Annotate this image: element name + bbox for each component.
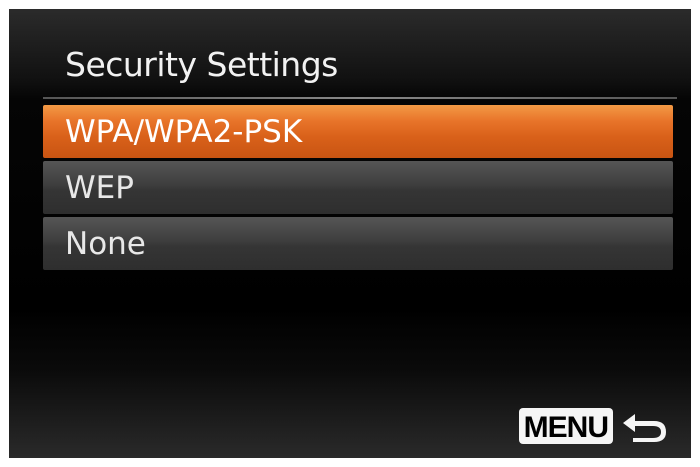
title-divider: [43, 97, 677, 99]
option-wep[interactable]: WEP: [43, 161, 673, 214]
page-title: Security Settings: [65, 45, 338, 84]
menu-button-label[interactable]: MENU: [518, 408, 613, 444]
option-wpa-wpa2-psk[interactable]: WPA/WPA2-PSK: [43, 105, 673, 158]
camera-screen: Security Settings WPA/WPA2-PSK WEP None …: [9, 9, 691, 458]
option-none[interactable]: None: [43, 217, 673, 270]
security-options-list: WPA/WPA2-PSK WEP None: [43, 105, 673, 273]
return-arrow-icon: [623, 414, 666, 442]
back-control[interactable]: MENU: [518, 408, 671, 444]
